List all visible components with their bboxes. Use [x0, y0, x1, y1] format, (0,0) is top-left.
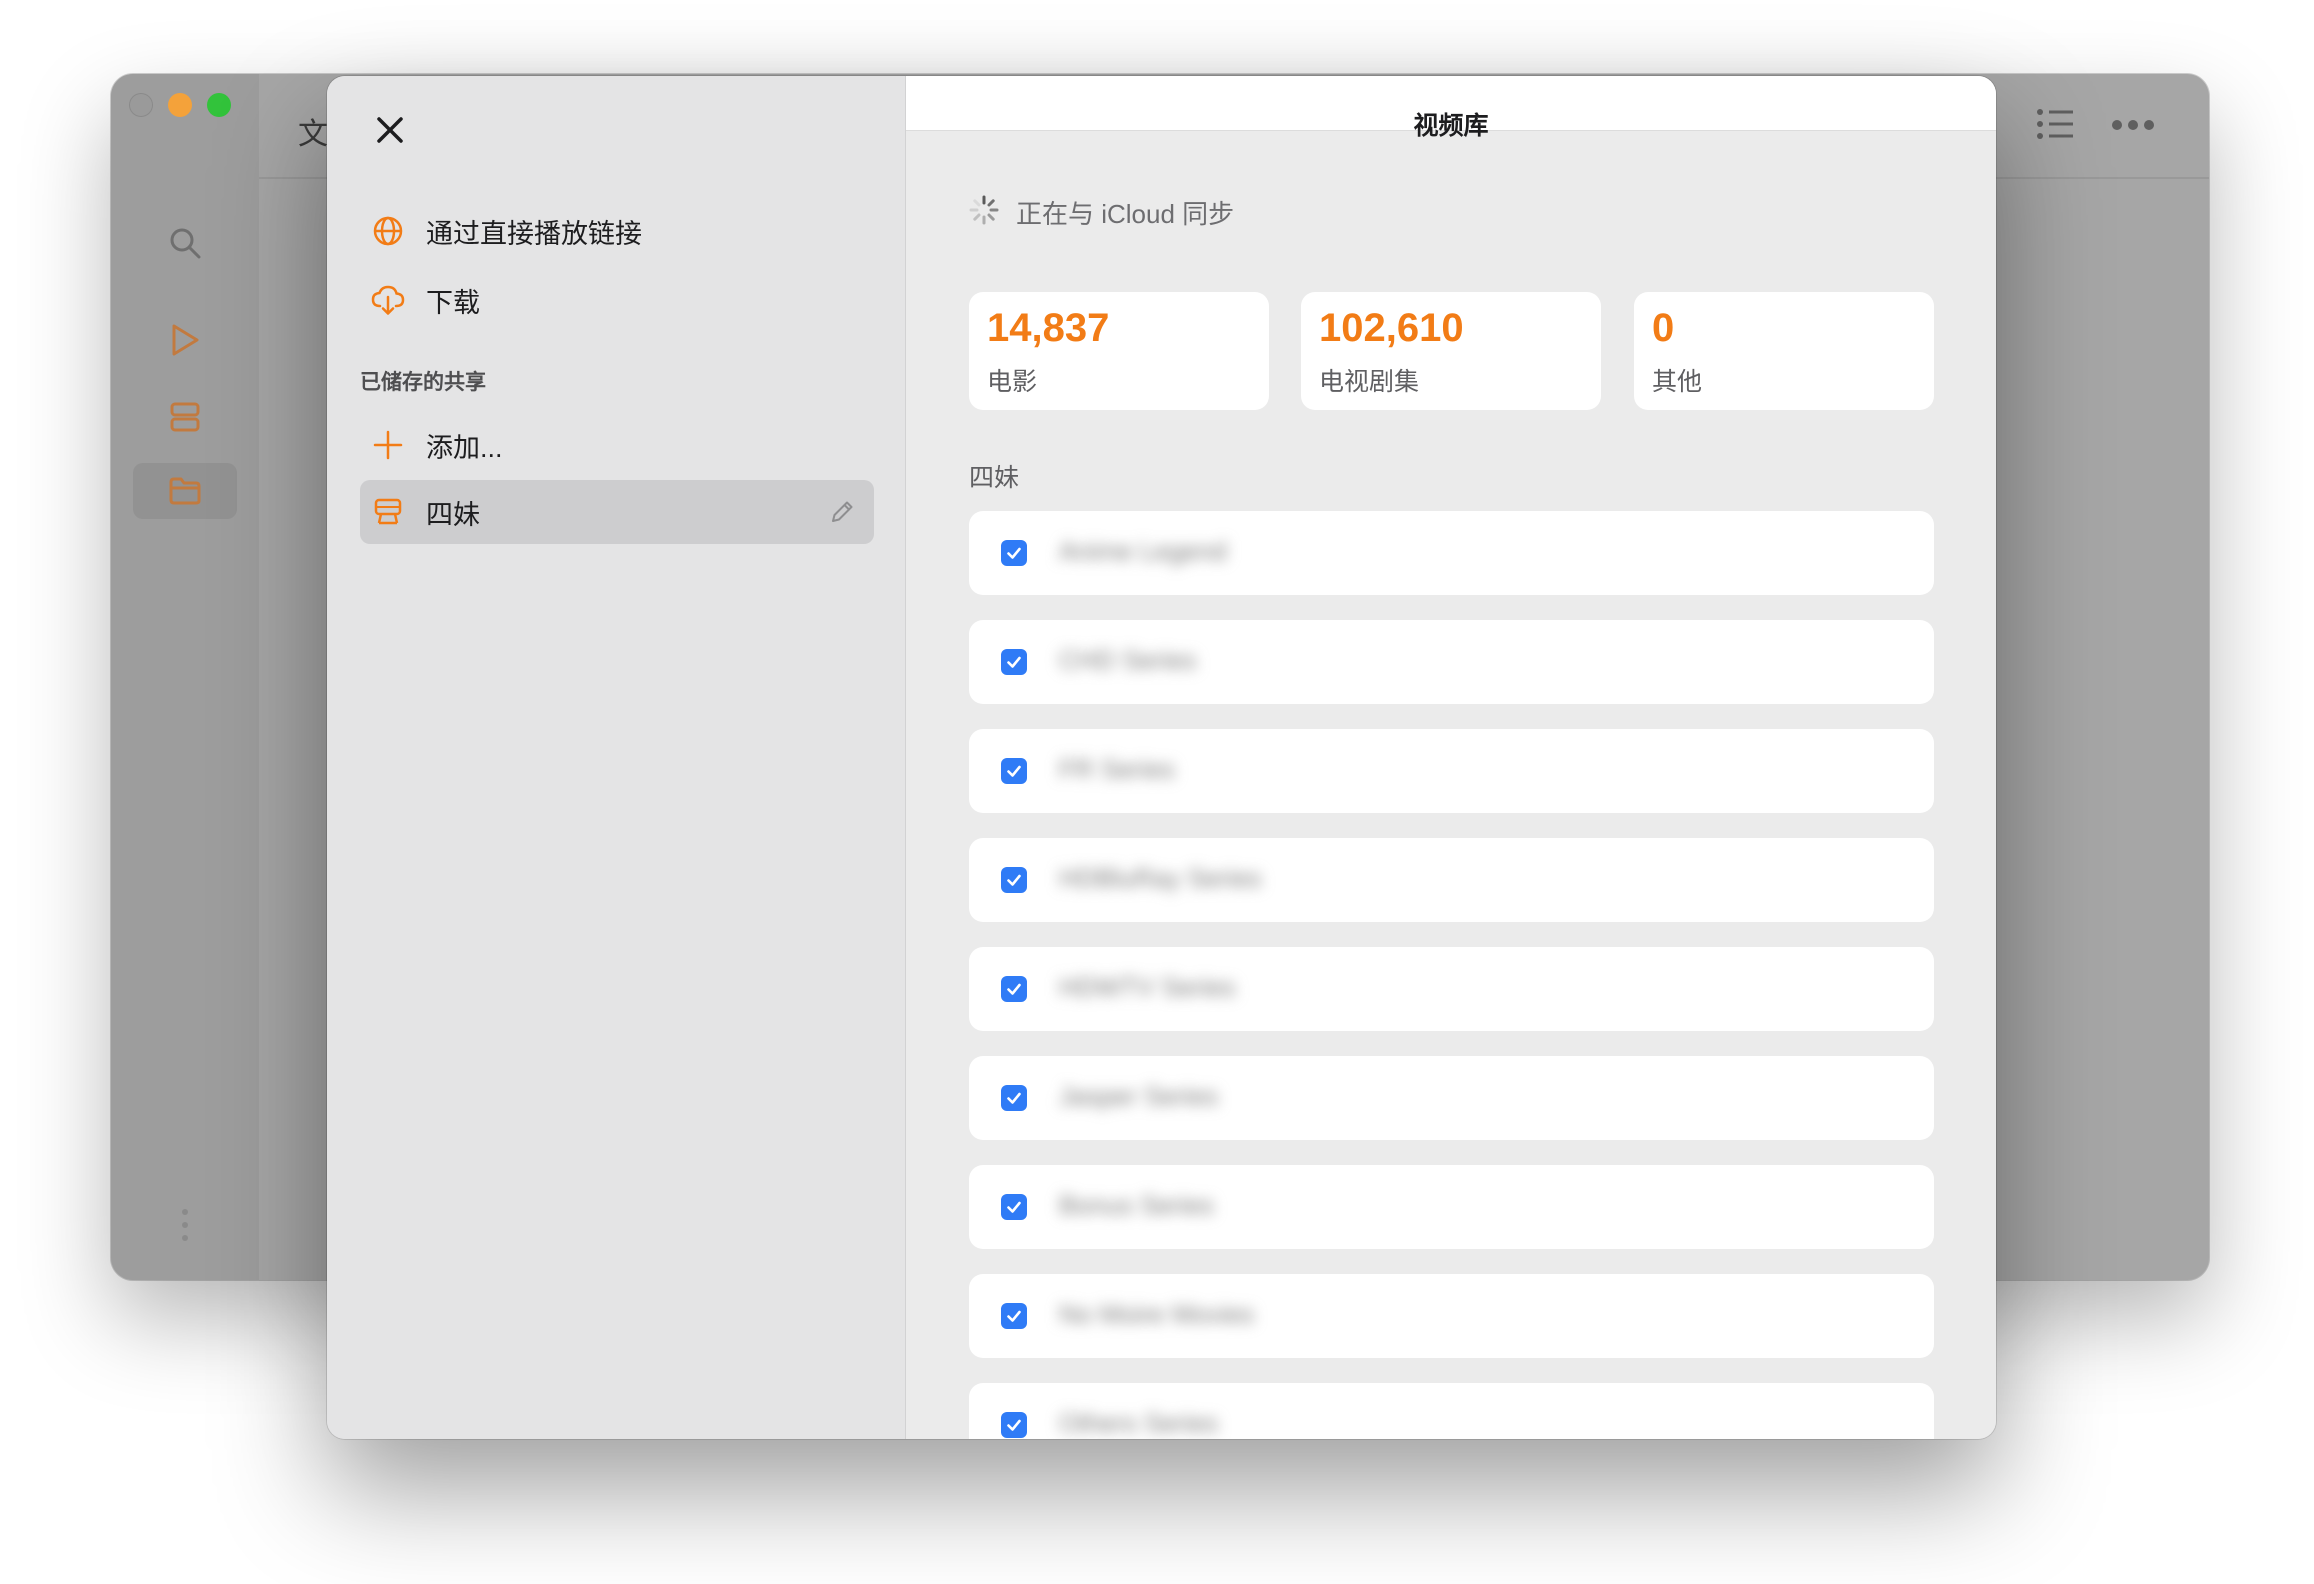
server-icon[interactable]	[162, 394, 208, 440]
stat-movies-label: 电影	[987, 368, 1038, 396]
share-item-label: 四妹	[426, 499, 480, 530]
folder-checkbox[interactable]	[1001, 976, 1027, 1002]
folder-group-label: 四妹	[969, 464, 1020, 492]
server-drive-icon	[370, 494, 406, 530]
folder-row[interactable]: Others Series	[969, 1383, 1934, 1439]
search-icon[interactable]	[162, 220, 208, 266]
saved-shares-header: 已储存的共享	[360, 371, 486, 394]
folder-name: No Moire Movies	[1059, 1299, 1255, 1329]
plus-icon	[370, 427, 406, 463]
spinner-icon	[968, 194, 1000, 231]
folder-name: Anime Legend	[1059, 536, 1227, 566]
folder-name: CHD Series	[1059, 645, 1197, 675]
folder-name: HDWTV Series	[1059, 972, 1236, 1002]
globe-icon	[370, 213, 406, 249]
folder-row[interactable]: Anime Legend	[969, 511, 1934, 595]
folder-row[interactable]: CHD Series	[969, 620, 1934, 704]
nav-direct-link[interactable]: 通过直接播放链接	[360, 199, 874, 263]
folder-name: FR Series	[1059, 754, 1175, 784]
sheet-sidebar: 通过直接播放链接 下载 已储存的共享 添加... 四妹	[327, 76, 906, 1439]
close-button[interactable]	[370, 110, 410, 150]
video-library-sheet: 通过直接播放链接 下载 已储存的共享 添加... 四妹 视频库 正在与 iClo…	[327, 76, 1996, 1439]
folder-row[interactable]: Bonus Series	[969, 1165, 1934, 1249]
folder-checkbox[interactable]	[1001, 758, 1027, 784]
folder-row[interactable]: No Moire Movies	[969, 1274, 1934, 1358]
stat-tv-value: 102,610	[1319, 306, 1464, 350]
sheet-main: 视频库 正在与 iCloud 同步 14,837 电影 102,610 电视剧集…	[906, 76, 1996, 1439]
stat-tv-label: 电视剧集	[1319, 368, 1420, 396]
folder-icon[interactable]	[162, 468, 208, 514]
stat-card-tv-episodes: 102,610 电视剧集	[1301, 292, 1601, 410]
more-icon[interactable]	[2111, 118, 2155, 136]
background-window-title: 文	[298, 118, 328, 151]
window-minimize-button[interactable]	[168, 93, 192, 117]
edit-pencil-icon[interactable]	[828, 498, 856, 526]
nav-direct-link-label: 通过直接播放链接	[426, 218, 642, 249]
folder-row[interactable]: HDWTV Series	[969, 947, 1934, 1031]
sync-status: 正在与 iCloud 同步	[968, 194, 1234, 231]
folder-checkbox[interactable]	[1001, 867, 1027, 893]
window-zoom-button[interactable]	[207, 93, 231, 117]
stat-card-other: 0 其他	[1634, 292, 1934, 410]
cloud-download-icon	[370, 282, 406, 318]
folder-row[interactable]: HDBluRay Series	[969, 838, 1934, 922]
folder-name: Jasper Series	[1059, 1081, 1218, 1111]
share-item-simei[interactable]: 四妹	[360, 480, 874, 544]
list-icon[interactable]	[2035, 104, 2075, 149]
folder-name: Bonus Series	[1059, 1190, 1214, 1220]
folder-row[interactable]: Jasper Series	[969, 1056, 1934, 1140]
window-close-button[interactable]	[129, 93, 153, 117]
stat-movies-value: 14,837	[987, 306, 1110, 350]
folder-name: Others Series	[1059, 1408, 1218, 1438]
folder-checkbox[interactable]	[1001, 1194, 1027, 1220]
add-share-label: 添加...	[426, 432, 503, 463]
folder-row[interactable]: FR Series	[969, 729, 1934, 813]
nav-download-label: 下载	[426, 287, 480, 318]
sheet-title: 视频库	[1413, 112, 1489, 140]
nav-download[interactable]: 下载	[360, 268, 874, 332]
add-share-button[interactable]: 添加...	[360, 413, 874, 477]
sidebar-resize-handle-icon[interactable]	[180, 1208, 190, 1247]
folder-checkbox[interactable]	[1001, 1303, 1027, 1329]
stat-other-label: 其他	[1652, 368, 1703, 396]
close-icon	[377, 117, 403, 143]
folder-checkbox[interactable]	[1001, 1412, 1027, 1438]
folder-name: HDBluRay Series	[1059, 863, 1262, 893]
folder-checkbox[interactable]	[1001, 540, 1027, 566]
stat-other-value: 0	[1652, 306, 1675, 350]
play-icon[interactable]	[162, 317, 208, 363]
sync-status-text: 正在与 iCloud 同步	[1016, 199, 1235, 229]
folder-checkbox[interactable]	[1001, 1085, 1027, 1111]
folder-checkbox[interactable]	[1001, 649, 1027, 675]
stat-card-movies: 14,837 电影	[969, 292, 1269, 410]
